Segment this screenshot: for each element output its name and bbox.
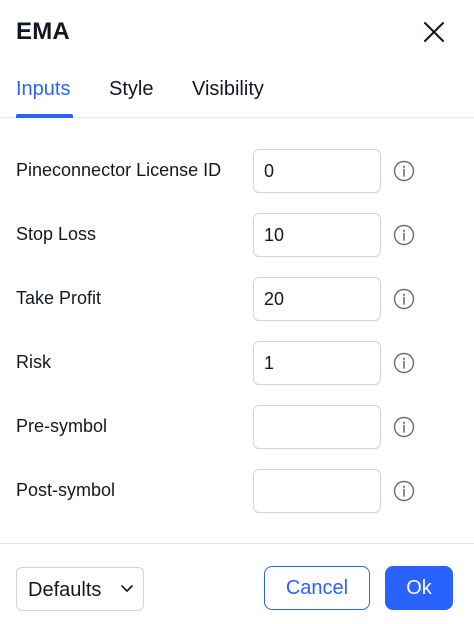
dialog-header: EMA — [0, 0, 474, 66]
post-symbol-input[interactable] — [253, 469, 381, 513]
input-row-post-symbol: Post-symbol — [0, 469, 474, 513]
input-row-risk: Risk — [0, 341, 474, 385]
info-icon[interactable] — [393, 160, 415, 182]
defaults-label: Defaults — [28, 579, 102, 601]
post-symbol-label: Post-symbol — [16, 480, 116, 500]
dialog-footer: Defaults Cancel Ok — [0, 543, 474, 624]
input-row-license-id: Pineconnector License ID — [0, 149, 474, 193]
info-icon[interactable] — [393, 416, 415, 438]
risk-label: Risk — [16, 352, 51, 372]
ok-button[interactable]: Ok — [385, 566, 453, 610]
stop-loss-label: Stop Loss — [16, 224, 97, 244]
tab-bar: Inputs Style Visibility — [0, 66, 474, 118]
chevron-down-icon — [121, 585, 133, 592]
input-row-take-profit: Take Profit — [0, 277, 474, 321]
info-icon[interactable] — [393, 224, 415, 246]
info-icon[interactable] — [393, 352, 415, 374]
tab-visibility[interactable]: Visibility — [192, 78, 264, 101]
license-id-label: Pineconnector License ID — [16, 160, 222, 180]
stop-loss-input[interactable] — [253, 213, 381, 257]
cancel-button[interactable]: Cancel — [264, 566, 370, 610]
tab-style[interactable]: Style — [109, 78, 153, 101]
active-tab-indicator — [16, 114, 73, 118]
info-icon[interactable] — [393, 480, 415, 502]
pre-symbol-input[interactable] — [253, 405, 381, 449]
risk-input[interactable] — [253, 341, 381, 385]
close-icon[interactable] — [420, 18, 448, 46]
dialog-title: EMA — [16, 18, 70, 45]
input-row-pre-symbol: Pre-symbol — [0, 405, 474, 449]
take-profit-label: Take Profit — [16, 288, 102, 308]
take-profit-input[interactable] — [253, 277, 381, 321]
input-row-stop-loss: Stop Loss — [0, 213, 474, 257]
license-id-input[interactable] — [253, 149, 381, 193]
info-icon[interactable] — [393, 288, 415, 310]
defaults-dropdown[interactable]: Defaults — [16, 567, 144, 611]
pre-symbol-label: Pre-symbol — [16, 416, 108, 436]
tab-inputs[interactable]: Inputs — [16, 78, 70, 101]
